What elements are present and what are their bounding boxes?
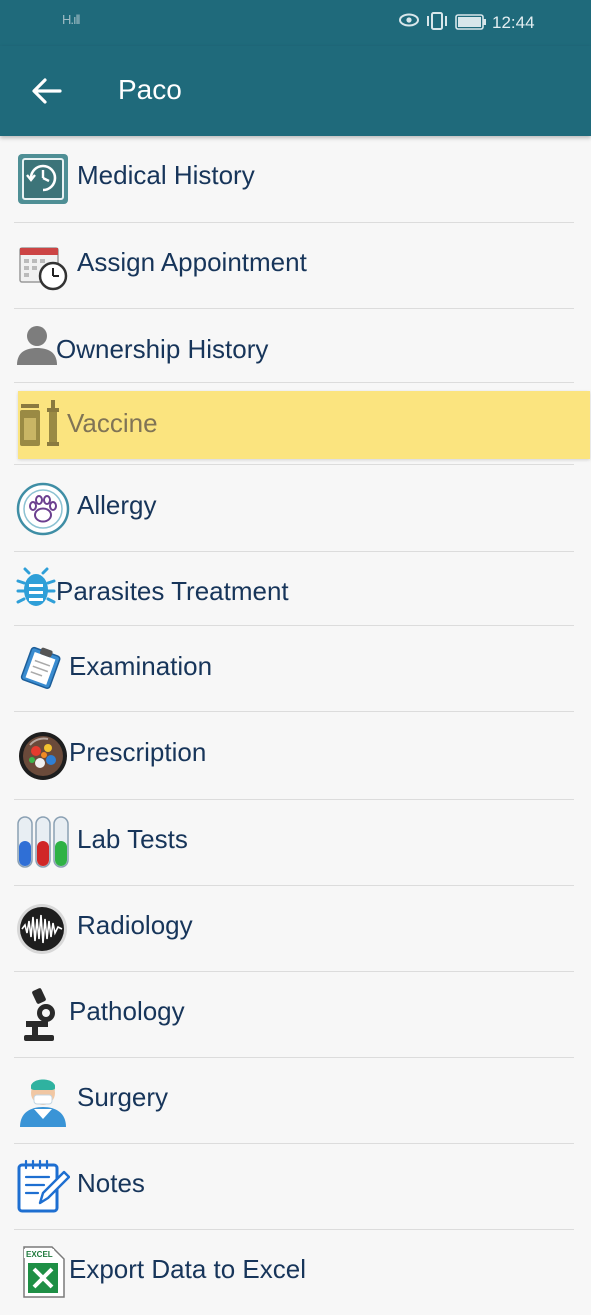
syringe-vial-icon bbox=[20, 400, 59, 446]
menu-item-prescription[interactable]: Prescription bbox=[14, 711, 574, 800]
calendar-clock-icon bbox=[19, 247, 68, 291]
arrow-back-icon[interactable] bbox=[30, 74, 64, 108]
paw-icon bbox=[16, 482, 70, 536]
menu-item-label: Prescription bbox=[69, 737, 207, 767]
menu-item-label: Vaccine bbox=[67, 408, 158, 438]
menu-item-parasites-treatment[interactable]: Parasites Treatment bbox=[14, 551, 574, 626]
menu-item-label: Parasites Treatment bbox=[56, 576, 289, 606]
menu-item-label: Pathology bbox=[69, 996, 185, 1026]
microscope-icon bbox=[24, 988, 55, 1041]
battery-icon bbox=[455, 14, 486, 30]
menu-item-label: Notes bbox=[77, 1168, 145, 1198]
bug-icon bbox=[16, 567, 56, 606]
menu-item-pathology[interactable]: Pathology bbox=[14, 971, 574, 1058]
signal-icon: H.ıll bbox=[62, 12, 80, 27]
menu-item-ownership-history[interactable]: Ownership History bbox=[14, 308, 574, 383]
menu-item-label: Examination bbox=[69, 651, 213, 681]
menu-item-label: Export Data to Excel bbox=[69, 1254, 306, 1284]
menu-item-vaccine[interactable]: Vaccine bbox=[14, 382, 574, 465]
menu-item-assign-appointment[interactable]: Assign Appointment bbox=[14, 222, 574, 309]
menu-item-notes[interactable]: Notes bbox=[14, 1143, 574, 1230]
menu-item-label: Medical History bbox=[77, 160, 255, 190]
menu-item-medical-history[interactable]: Medical History bbox=[14, 136, 574, 223]
surgeon-icon bbox=[20, 1079, 66, 1127]
clipboard-icon bbox=[20, 646, 61, 689]
menu-item-examination[interactable]: Examination bbox=[14, 625, 574, 712]
menu-item-radiology[interactable]: Radiology bbox=[14, 885, 574, 972]
menu-item-allergy[interactable]: Allergy bbox=[14, 464, 574, 552]
person-icon bbox=[17, 326, 57, 365]
status-bar: H.ıll 12:44 bbox=[0, 0, 591, 46]
menu-item-label: Radiology bbox=[77, 910, 193, 940]
history-clock-icon bbox=[18, 154, 68, 204]
clock-text: 12:44 bbox=[492, 13, 535, 32]
app-bar: Paco bbox=[0, 46, 591, 136]
page-title: Paco bbox=[118, 74, 182, 105]
menu-item-label: Assign Appointment bbox=[77, 247, 307, 277]
menu-item-export-excel[interactable]: EXCEL Export Data to Excel bbox=[14, 1229, 574, 1315]
menu-item-label: Lab Tests bbox=[77, 824, 188, 854]
menu-item-label: Allergy bbox=[77, 490, 157, 520]
signal-label: H bbox=[62, 12, 71, 27]
eye-comfort-icon bbox=[399, 13, 419, 27]
waveform-icon bbox=[17, 904, 67, 954]
excel-icon: EXCEL bbox=[23, 1246, 65, 1298]
notes-icon bbox=[17, 1159, 70, 1213]
menu-item-label: Ownership History bbox=[56, 334, 269, 364]
vibrate-icon bbox=[427, 12, 447, 30]
pills-icon bbox=[19, 732, 67, 780]
menu-item-lab-tests[interactable]: Lab Tests bbox=[14, 799, 574, 886]
test-tubes-icon bbox=[17, 816, 69, 868]
menu-item-label: Surgery bbox=[77, 1082, 169, 1112]
svg-text:EXCEL: EXCEL bbox=[26, 1250, 53, 1259]
menu-item-surgery[interactable]: Surgery bbox=[14, 1057, 574, 1144]
